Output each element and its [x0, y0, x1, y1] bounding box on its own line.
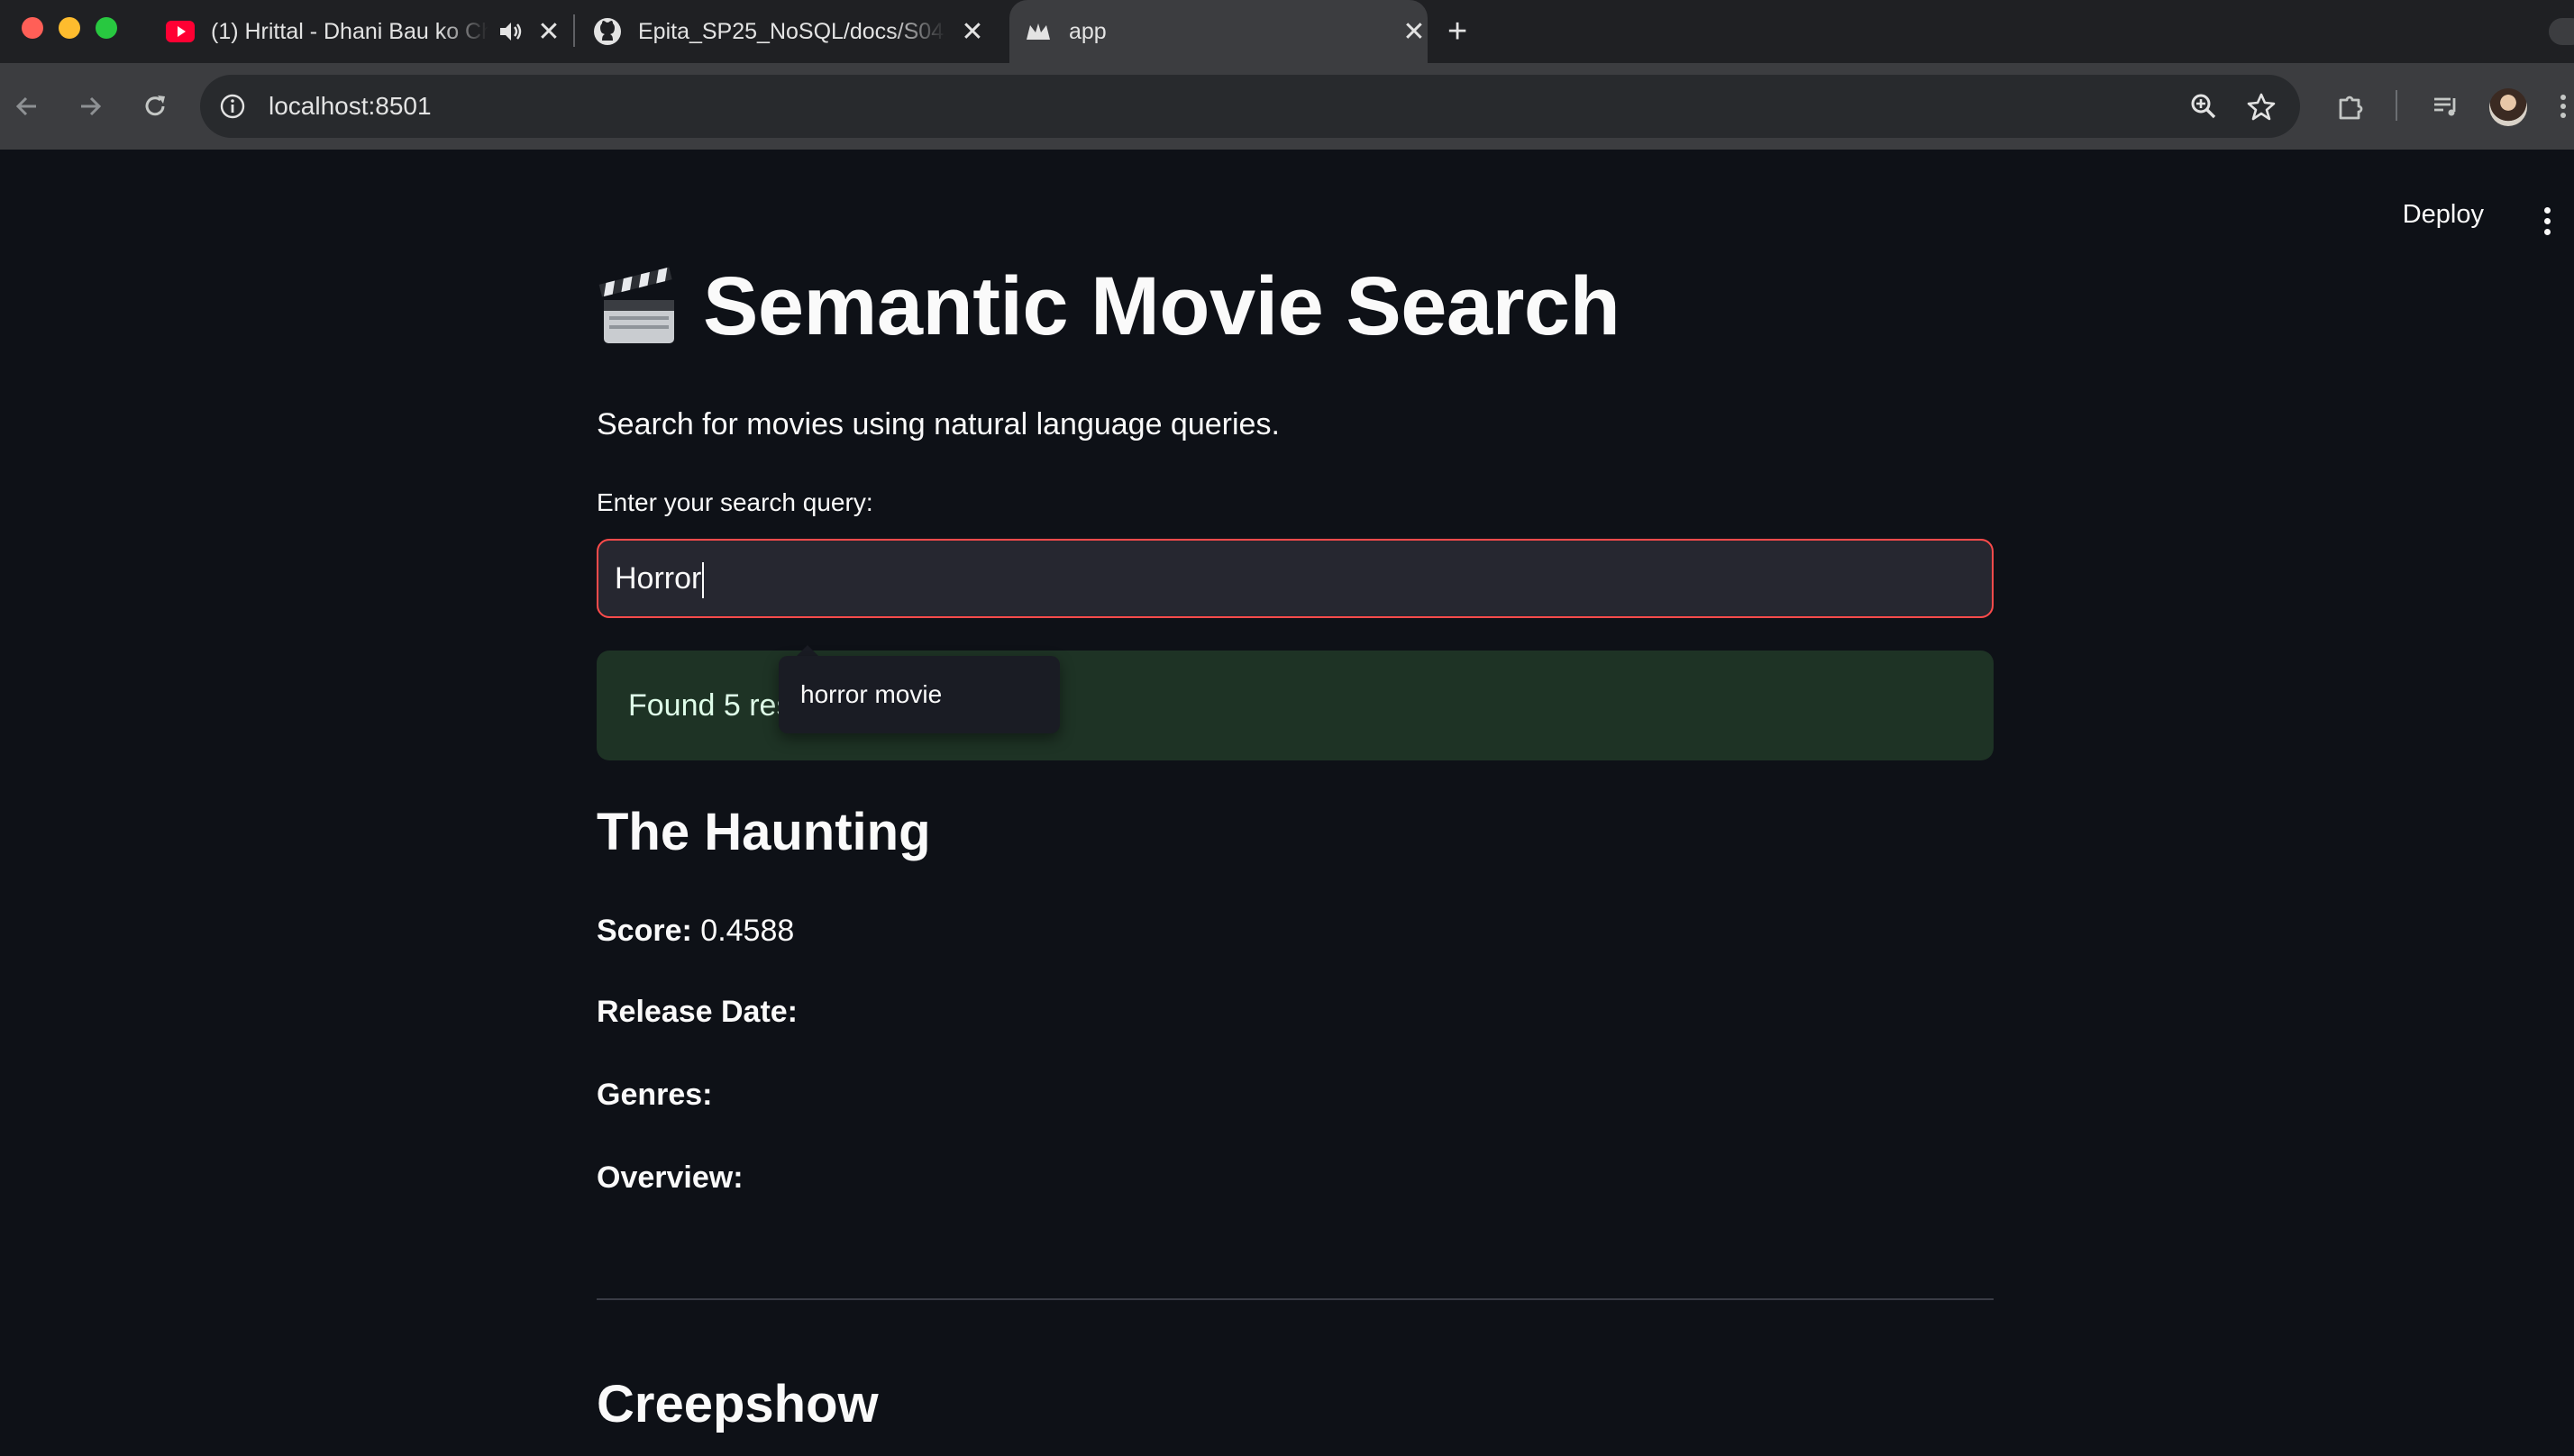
close-window-button[interactable]: [22, 17, 43, 39]
streamlit-app: Deploy Semantic Movie Search Search for …: [0, 151, 2574, 1456]
browser-tab-youtube[interactable]: (1) Hrittal - Dhani Bau ko Chhaila ✕: [166, 0, 562, 63]
zoom-icon[interactable]: [2188, 91, 2219, 122]
score-label: Score:: [597, 914, 692, 948]
close-tab-icon[interactable]: ✕: [1401, 16, 1428, 48]
new-tab-button[interactable]: +: [1447, 13, 1467, 51]
browser-toolbar: localhost:8501: [0, 63, 2574, 214]
overview-label: Overview:: [597, 1160, 744, 1195]
tab-title: Epita_SP25_NoSQL/docs/S04: [638, 18, 945, 44]
search-query-input[interactable]: Horror: [597, 539, 1994, 618]
profile-avatar[interactable]: [2489, 88, 2527, 126]
genres-label: Genres:: [597, 1078, 713, 1112]
forward-arrow-icon[interactable]: [72, 88, 108, 124]
maximize-window-button[interactable]: [96, 17, 117, 39]
chrome-menu-icon[interactable]: [2552, 88, 2574, 124]
deploy-button[interactable]: Deploy: [2403, 200, 2484, 230]
tab-title: (1) Hrittal - Dhani Bau ko Chhaila: [211, 18, 488, 44]
main-menu-icon[interactable]: [2544, 207, 2551, 235]
github-icon: [593, 17, 622, 46]
youtube-icon: [166, 17, 195, 46]
result-genres: Genres:: [597, 1078, 713, 1113]
streamlit-icon: [1024, 17, 1053, 46]
address-bar[interactable]: localhost:8501: [200, 75, 2300, 138]
search-query-label: Enter your search query:: [597, 488, 873, 516]
minimize-window-button[interactable]: [59, 17, 80, 39]
browser-tab-strip: (1) Hrittal - Dhani Bau ko Chhaila ✕ Epi…: [0, 0, 2574, 63]
page-title-text: Semantic Movie Search: [703, 260, 1620, 352]
site-info-icon[interactable]: [218, 92, 247, 121]
close-tab-icon[interactable]: ✕: [959, 16, 986, 48]
media-controls-icon[interactable]: [2428, 88, 2464, 124]
url-text[interactable]: localhost:8501: [269, 75, 432, 138]
toolbar-separator: [2396, 90, 2397, 121]
autocomplete-suggestion-popup[interactable]: horror movie: [779, 656, 1060, 733]
page-title: Semantic Movie Search: [597, 259, 1620, 354]
close-tab-icon[interactable]: ✕: [535, 16, 562, 48]
browser-tab-app[interactable]: app ✕: [1009, 0, 1428, 63]
result-overview: Overview:: [597, 1160, 744, 1196]
extensions-icon[interactable]: [2332, 88, 2369, 124]
reload-icon[interactable]: [137, 88, 173, 124]
tab-title: app: [1069, 18, 1107, 44]
result-score: Score: 0.4588: [597, 914, 794, 949]
result-divider: [597, 1298, 1994, 1300]
text-cursor: [702, 562, 705, 599]
tab-search-icon[interactable]: [2549, 18, 2574, 45]
browser-tab-github[interactable]: Epita_SP25_NoSQL/docs/S04 ✕: [593, 0, 986, 63]
clapperboard-icon: [598, 267, 674, 343]
autocomplete-suggestion[interactable]: horror movie: [800, 656, 942, 733]
audio-playing-icon[interactable]: [497, 19, 523, 44]
bookmark-star-icon[interactable]: [2246, 91, 2277, 122]
back-arrow-icon[interactable]: [9, 88, 45, 124]
tab-separator: [573, 14, 575, 47]
page-subtitle: Search for movies using natural language…: [597, 407, 1280, 441]
search-query-value[interactable]: Horror: [615, 561, 701, 596]
result-release-date: Release Date:: [597, 995, 798, 1030]
score-value: 0.4588: [700, 914, 795, 948]
result-title: Creepshow: [597, 1375, 879, 1433]
result-title: The Haunting: [597, 803, 931, 861]
release-date-label: Release Date:: [597, 995, 799, 1029]
